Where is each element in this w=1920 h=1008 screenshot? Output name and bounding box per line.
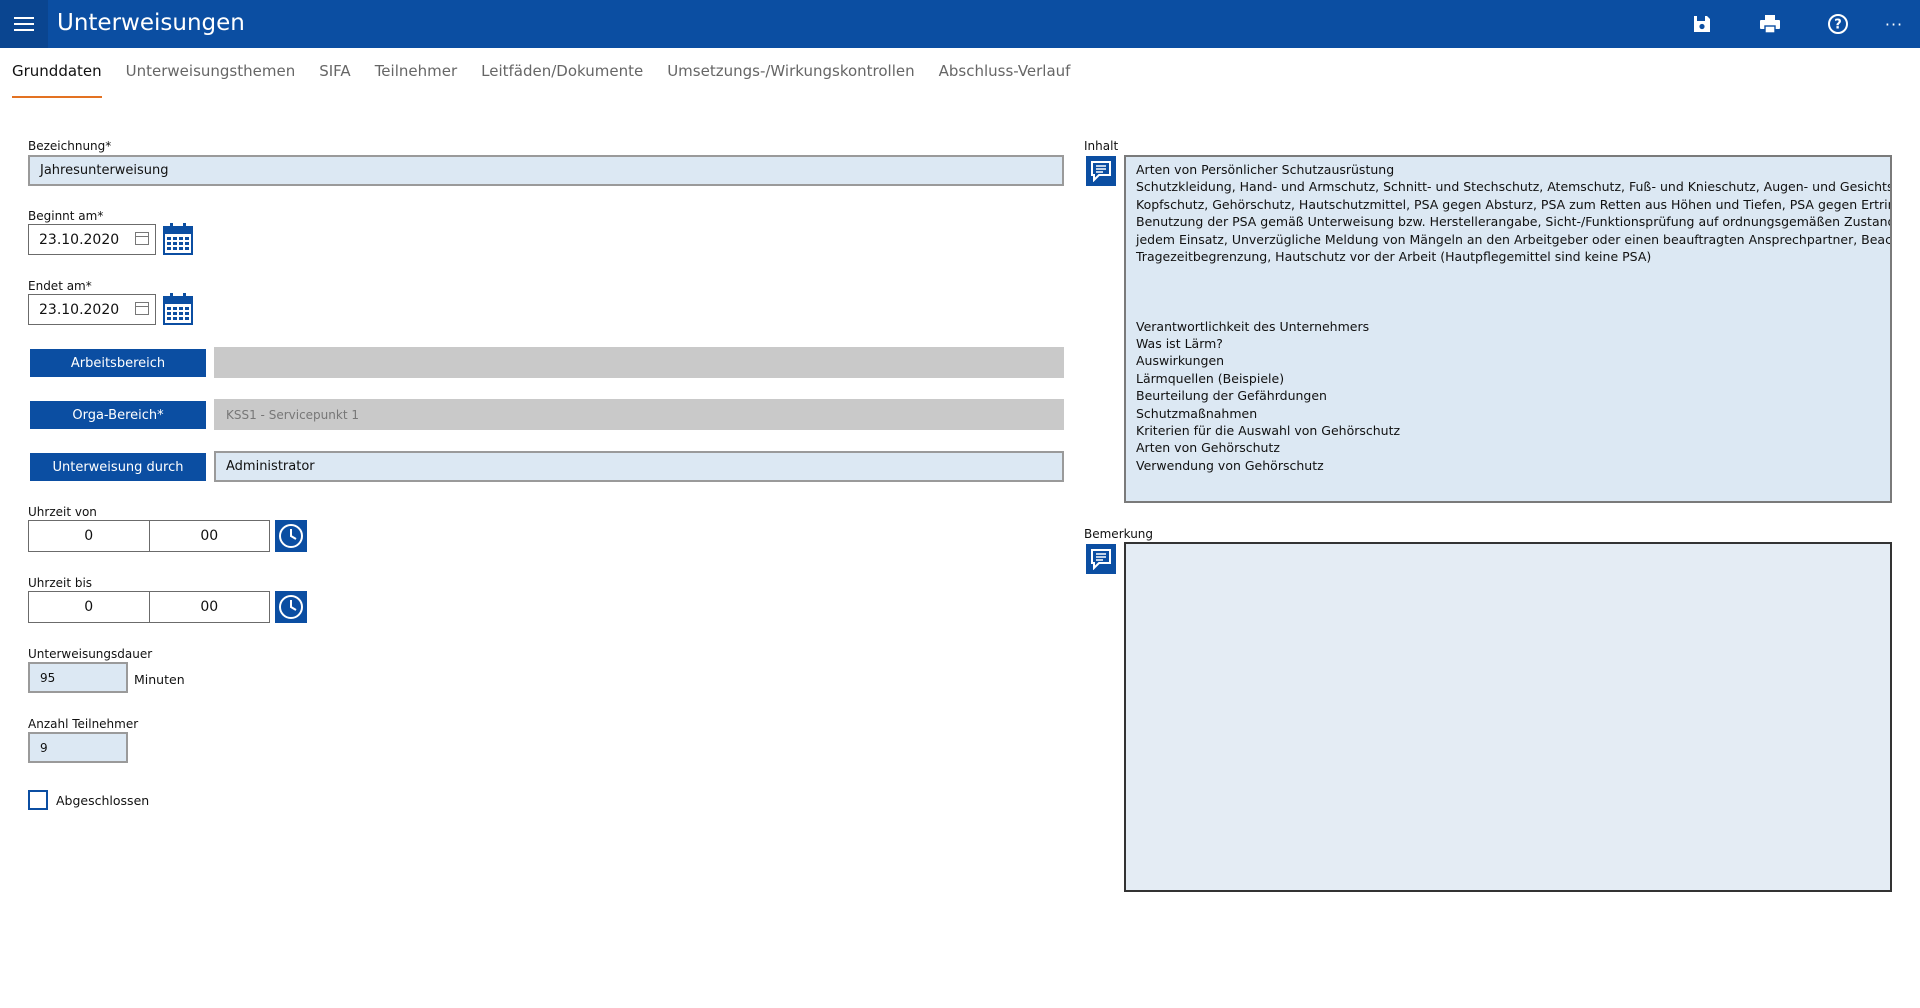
bemerkung-textarea[interactable] <box>1124 542 1892 892</box>
inhalt-line: Lärmquellen (Beispiele) <box>1136 370 1285 386</box>
uhrzeit-von-label: Uhrzeit von <box>28 505 97 519</box>
bezeichnung-label: Bezeichnung* <box>28 139 112 153</box>
beginnt-date-value: 23.10.2020 <box>39 231 120 248</box>
tab-unterweisungsthemen[interactable]: Unterweisungsthemen <box>126 62 296 98</box>
tab-grunddaten[interactable]: Grunddaten <box>12 62 102 98</box>
bemerkung-label: Bemerkung <box>1084 527 1154 541</box>
arbeitsbereich-input[interactable] <box>214 347 1064 378</box>
inhalt-line: Verantwortlichkeit des Unternehmers <box>1136 318 1370 334</box>
uhrzeit-von-minute[interactable]: 00 <box>148 521 270 551</box>
inhalt-line: Auswirkungen <box>1136 353 1225 369</box>
orga-bereich-button[interactable]: Orga-Bereich* <box>30 401 206 429</box>
print-icon <box>1760 15 1780 34</box>
inhalt-line: Tragezeitbegrenzung, Hautschutz vor der … <box>1136 249 1652 265</box>
inhalt-line: Verwendung von Gehörschutz <box>1136 457 1324 473</box>
app-title: Unterweisungen <box>57 10 245 36</box>
inhalt-line: Kriterien für die Auswahl von Gehörschut… <box>1136 423 1401 439</box>
tab-leitfaeden-dokumente[interactable]: Leitfäden/Dokumente <box>481 62 643 98</box>
orga-bereich-input[interactable]: KSS1 - Servicepunkt 1 <box>214 399 1064 430</box>
inhalt-textarea[interactable]: Arten von Persönlicher Schutzausrüstung S… <box>1124 155 1892 503</box>
save-icon <box>1694 16 1710 32</box>
tab-teilnehmer[interactable]: Teilnehmer <box>375 62 457 98</box>
more-options-button[interactable]: ··· <box>1876 6 1912 42</box>
inhalt-line: Benutzung der PSA gemäß Unterweisung bzw… <box>1136 214 1892 230</box>
hamburger-menu-icon[interactable] <box>0 0 48 48</box>
anzahl-teilnehmer-label: Anzahl Teilnehmer <box>28 717 139 731</box>
save-button[interactable] <box>1684 6 1720 42</box>
uhrzeit-bis-clock-button[interactable] <box>275 591 307 623</box>
clock-icon <box>279 524 303 548</box>
beginnt-date-input[interactable]: 23.10.2020 <box>28 224 156 255</box>
clock-icon <box>279 595 303 619</box>
comment-icon <box>1091 549 1111 570</box>
abgeschlossen-checkbox[interactable] <box>28 790 48 810</box>
uhrzeit-von-hour[interactable]: 0 <box>29 521 149 551</box>
svg-text:?: ? <box>1834 18 1842 33</box>
bezeichnung-input[interactable]: Jahresunterweisung <box>28 155 1064 186</box>
tab-bar: Grunddaten Unterweisungsthemen SIFA Teil… <box>12 62 1094 98</box>
help-button[interactable]: ? <box>1820 6 1856 42</box>
title-bar: Unterweisungen ? ··· <box>0 0 1920 48</box>
endet-label: Endet am* <box>28 279 92 293</box>
inhalt-line: Schutzkleidung, Hand- und Armschutz, Sch… <box>1136 179 1892 195</box>
calendar-small-icon <box>135 232 149 245</box>
calendar-icon[interactable] <box>163 223 193 255</box>
inhalt-line: Arten von Persönlicher Schutzausrüstung <box>1136 162 1395 177</box>
beginnt-label: Beginnt am* <box>28 209 104 223</box>
inhalt-line <box>1136 283 1880 300</box>
calendar-small-icon <box>135 302 149 315</box>
inhalt-line: Schutzmaßnahmen <box>1136 405 1258 421</box>
inhalt-line: jedem Einsatz, Unverzügliche Meldung von… <box>1136 231 1892 247</box>
comment-icon <box>1091 161 1111 182</box>
inhalt-label: Inhalt <box>1084 139 1119 153</box>
inhalt-line <box>1136 300 1880 317</box>
tab-sifa[interactable]: SIFA <box>319 62 350 98</box>
tab-umsetzungs-wirkungskontrollen[interactable]: Umsetzungs-/Wirkungskontrollen <box>667 62 914 98</box>
abgeschlossen-label: Abgeschlossen <box>56 793 150 808</box>
inhalt-line: Kopfschutz, Gehörschutz, Hautschutzmitte… <box>1136 196 1892 212</box>
unterweisung-durch-button[interactable]: Unterweisung durch <box>30 453 206 481</box>
bemerkung-comment-button[interactable] <box>1086 544 1116 574</box>
uhrzeit-bis-label: Uhrzeit bis <box>28 576 93 590</box>
unterweisungsdauer-label: Unterweisungsdauer <box>28 647 153 661</box>
calendar-icon[interactable] <box>163 293 193 325</box>
inhalt-comment-button[interactable] <box>1086 156 1116 186</box>
help-icon: ? <box>1828 14 1848 34</box>
inhalt-line: Arten von Gehörschutz <box>1136 440 1280 456</box>
uhrzeit-bis-input[interactable]: 0 00 <box>28 591 270 623</box>
uhrzeit-von-input[interactable]: 0 00 <box>28 520 270 552</box>
inhalt-line <box>1136 265 1880 282</box>
anzahl-teilnehmer-input[interactable]: 9 <box>28 732 128 763</box>
arbeitsbereich-button[interactable]: Arbeitsbereich <box>30 349 206 377</box>
endet-date-value: 23.10.2020 <box>39 301 120 318</box>
endet-date-input[interactable]: 23.10.2020 <box>28 294 156 325</box>
uhrzeit-bis-hour[interactable]: 0 <box>29 592 149 622</box>
minuten-unit: Minuten <box>134 672 185 687</box>
tab-abschluss-verlauf[interactable]: Abschluss-Verlauf <box>939 62 1071 98</box>
uhrzeit-von-clock-button[interactable] <box>275 520 307 552</box>
print-button[interactable] <box>1752 6 1788 42</box>
unterweisung-durch-input[interactable]: Administrator <box>214 451 1064 482</box>
unterweisungsdauer-input[interactable]: 95 <box>28 662 128 693</box>
inhalt-line: Beurteilung der Gefährdungen <box>1136 388 1327 404</box>
inhalt-line: Was ist Lärm? <box>1136 336 1223 352</box>
uhrzeit-bis-minute[interactable]: 00 <box>148 592 270 622</box>
